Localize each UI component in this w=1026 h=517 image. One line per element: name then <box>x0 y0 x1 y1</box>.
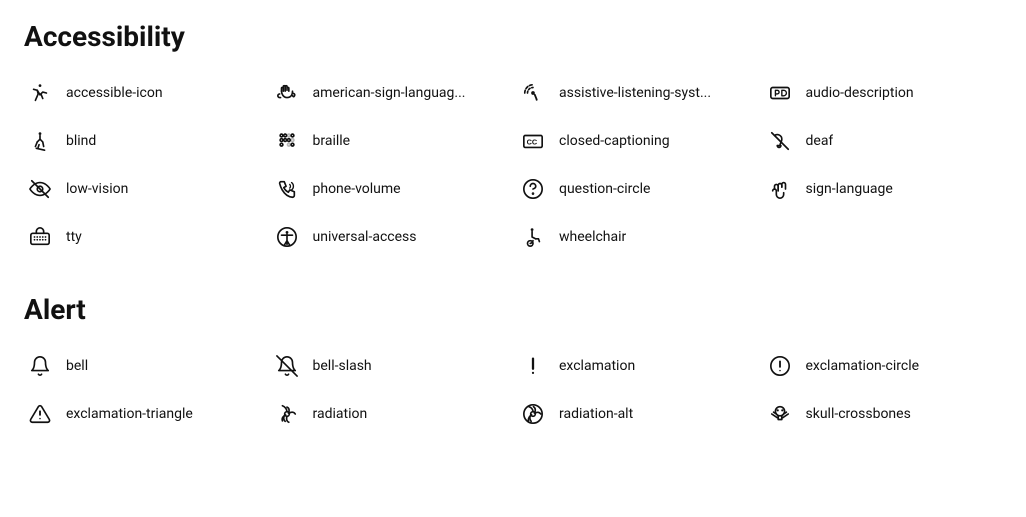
exclamation-circle-icon <box>764 350 796 382</box>
accessible-icon <box>24 77 56 109</box>
radiation-label: radiation <box>313 406 368 422</box>
list-item: american-sign-languag... <box>271 77 510 109</box>
braille-icon <box>271 125 303 157</box>
audio-description-label: audio-description <box>806 85 914 101</box>
alert-section: Alert bell <box>24 293 1002 430</box>
blind-icon <box>24 125 56 157</box>
deaf-icon <box>764 125 796 157</box>
question-circle-label: question-circle <box>559 181 650 197</box>
list-item: wheelchair <box>517 221 756 253</box>
bell-slash-icon <box>271 350 303 382</box>
sign-language-icon <box>764 173 796 205</box>
audio-description-icon <box>764 77 796 109</box>
list-item: bell-slash <box>271 350 510 382</box>
list-item: radiation <box>271 398 510 430</box>
bell-label: bell <box>66 358 88 374</box>
wheelchair-icon <box>517 221 549 253</box>
bell-icon <box>24 350 56 382</box>
closed-captioning-label: closed-captioning <box>559 133 670 149</box>
universal-access-icon <box>271 221 303 253</box>
list-item: sign-language <box>764 173 1003 205</box>
accessibility-grid: accessible-icon american-sign-languag... <box>24 77 1002 253</box>
exclamation-triangle-icon <box>24 398 56 430</box>
list-item: phone-volume <box>271 173 510 205</box>
american-sign-language-icon <box>271 77 303 109</box>
skull-crossbones-label: skull-crossbones <box>806 406 911 422</box>
list-item: accessible-icon <box>24 77 263 109</box>
exclamation-label: exclamation <box>559 358 635 374</box>
list-item: exclamation-circle <box>764 350 1003 382</box>
list-item: deaf <box>764 125 1003 157</box>
question-circle-icon <box>517 173 549 205</box>
blind-label: blind <box>66 133 96 149</box>
accessible-icon-label: accessible-icon <box>66 85 163 101</box>
list-item: assistive-listening-syst... <box>517 77 756 109</box>
list-item: bell <box>24 350 263 382</box>
phone-volume-icon <box>271 173 303 205</box>
deaf-label: deaf <box>806 133 834 149</box>
assistive-listening-label: assistive-listening-syst... <box>559 85 711 101</box>
american-sign-language-label: american-sign-languag... <box>313 85 466 101</box>
list-item: blind <box>24 125 263 157</box>
low-vision-icon <box>24 173 56 205</box>
page-container: Accessibility accessible-icon <box>24 20 1002 430</box>
tty-icon <box>24 221 56 253</box>
alert-title: Alert <box>24 293 1002 326</box>
list-item: exclamation-triangle <box>24 398 263 430</box>
list-item: radiation-alt <box>517 398 756 430</box>
list-item: tty <box>24 221 263 253</box>
closed-captioning-icon: CC <box>517 125 549 157</box>
svg-text:CC: CC <box>527 138 538 147</box>
skull-crossbones-icon <box>764 398 796 430</box>
assistive-listening-icon <box>517 77 549 109</box>
list-item: question-circle <box>517 173 756 205</box>
radiation-alt-label: radiation-alt <box>559 406 633 422</box>
radiation-alt-icon <box>517 398 549 430</box>
universal-access-label: universal-access <box>313 229 417 245</box>
low-vision-label: low-vision <box>66 181 128 197</box>
list-item: audio-description <box>764 77 1003 109</box>
list-item: CC closed-captioning <box>517 125 756 157</box>
wheelchair-label: wheelchair <box>559 229 626 245</box>
alert-grid: bell bell-slash <box>24 350 1002 430</box>
list-item: skull-crossbones <box>764 398 1003 430</box>
list-item: braille <box>271 125 510 157</box>
accessibility-title: Accessibility <box>24 20 1002 53</box>
phone-volume-label: phone-volume <box>313 181 401 197</box>
list-item-empty <box>764 221 1003 253</box>
exclamation-icon <box>517 350 549 382</box>
radiation-icon <box>271 398 303 430</box>
list-item: universal-access <box>271 221 510 253</box>
sign-language-label: sign-language <box>806 181 893 197</box>
list-item: low-vision <box>24 173 263 205</box>
list-item: exclamation <box>517 350 756 382</box>
exclamation-triangle-label: exclamation-triangle <box>66 406 193 422</box>
bell-slash-label: bell-slash <box>313 358 372 374</box>
exclamation-circle-label: exclamation-circle <box>806 358 920 374</box>
braille-label: braille <box>313 133 351 149</box>
tty-label: tty <box>66 229 82 245</box>
accessibility-section: Accessibility accessible-icon <box>24 20 1002 253</box>
